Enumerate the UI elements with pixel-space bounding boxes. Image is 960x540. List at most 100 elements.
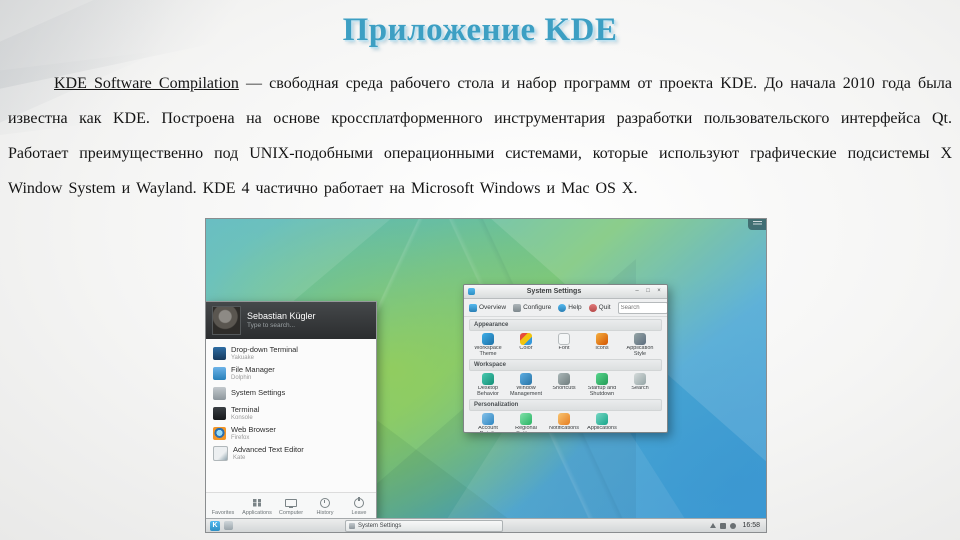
tab-label: Leave (351, 509, 367, 516)
settings-module-tile[interactable]: Account Details (469, 412, 507, 432)
settings-module-tile[interactable]: Color (507, 332, 545, 357)
quit-icon (588, 303, 597, 312)
taskbar: System Settings 16:58 (206, 518, 766, 532)
maximize-button[interactable]: □ (644, 288, 652, 295)
quit-label: Quit (598, 304, 611, 311)
terminal-icon (213, 406, 226, 420)
panel-icon[interactable] (224, 521, 233, 530)
minimize-button[interactable]: – (633, 288, 641, 295)
launcher-tab-leave[interactable]: Leave (342, 493, 376, 520)
regional-settings-icon (520, 413, 532, 425)
quit-button[interactable]: Quit (588, 303, 611, 312)
overview-label: Overview (479, 304, 507, 311)
settings-tiles-row: Desktop Behavior Window Management Short… (469, 372, 662, 397)
help-label: Help (568, 304, 582, 311)
window-management-icon (520, 373, 532, 385)
settings-module-tile[interactable]: Shortcuts (545, 372, 583, 397)
clock-icon (320, 497, 330, 508)
launcher-tab-bar: Favorites Applications Computer History … (206, 492, 376, 520)
task-window-label: System Settings (358, 522, 402, 529)
taskbar-clock[interactable]: 16:58 (742, 522, 760, 529)
launcher-tab-history[interactable]: History (308, 493, 342, 520)
launcher-tab-favorites[interactable]: Favorites (206, 493, 240, 520)
search-icon (634, 373, 646, 385)
workspace-theme-icon (482, 333, 494, 345)
settings-search-input[interactable] (617, 301, 667, 314)
font-icon (558, 333, 570, 345)
help-icon (558, 303, 567, 312)
launcher-item-sublabel: Yakuake (231, 354, 254, 361)
settings-module-tile[interactable]: Notifications (545, 412, 583, 432)
section-header-personalization: Personalization (469, 399, 662, 411)
settings-module-tile[interactable]: Window Management (507, 372, 545, 397)
application-launcher-menu: Sebastian Kügler Type to search... Drop-… (206, 301, 377, 521)
launcher-item-sublabel: Kate (233, 454, 246, 461)
settings-module-tile[interactable]: Workspace Theme (469, 332, 507, 357)
slide-body-paragraph: KDE Software Compilation — свободная сре… (8, 66, 952, 206)
file-manager-icon (213, 366, 226, 380)
web-browser-icon (213, 426, 226, 440)
configure-label: Configure (523, 304, 552, 311)
grid-icon (253, 498, 261, 508)
dropdown-terminal-icon (213, 346, 226, 360)
settings-module-tile[interactable]: Application Style (621, 332, 659, 357)
launcher-item-label: System Settings (231, 388, 286, 397)
settings-module-tile[interactable]: Search (621, 372, 659, 397)
user-info: Sebastian Kügler Type to search... (247, 310, 316, 330)
toolbox-lines-icon (753, 221, 762, 226)
settings-tiles-row: Account Details Regional Settings Notifi… (469, 412, 662, 432)
launcher-item-text-editor[interactable]: Advanced Text Editor Kate (206, 443, 376, 463)
launcher-search-hint[interactable]: Type to search... (247, 322, 316, 330)
kde-desktop-screenshot: Sebastian Kügler Type to search... Drop-… (205, 218, 767, 533)
presentation-slide: Приложение KDE KDE Software Compilation … (0, 0, 960, 540)
launcher-item-label: Advanced Text Editor (233, 445, 304, 454)
settings-module-tile[interactable]: Icons (583, 332, 621, 357)
settings-content: Appearance Workspace Theme Color Font Ic… (464, 317, 667, 432)
desktop-behavior-icon (482, 373, 494, 385)
body-lead-term: KDE Software Compilation (54, 75, 239, 92)
settings-toolbar: Overview Configure Help Quit (464, 299, 667, 317)
launcher-item-file-manager[interactable]: File Manager Dolphin (206, 363, 376, 383)
configure-button[interactable]: Configure (513, 303, 552, 312)
settings-module-tile[interactable]: Desktop Behavior (469, 372, 507, 397)
launcher-tab-applications[interactable]: Applications (240, 493, 274, 520)
launcher-item-web-browser[interactable]: Web Browser Firefox (206, 423, 376, 443)
tray-network-icon[interactable] (720, 522, 727, 529)
color-icon (520, 333, 532, 345)
close-button[interactable]: × (655, 288, 663, 295)
task-window-icon (349, 522, 355, 529)
launcher-item-dropdown-terminal[interactable]: Drop-down Terminal Yakuake (206, 343, 376, 363)
taskbar-window-button[interactable]: System Settings (345, 519, 503, 532)
account-details-icon (482, 413, 494, 425)
launcher-favorites-list: Drop-down Terminal Yakuake File Manager … (206, 339, 376, 463)
window-titlebar[interactable]: System Settings – □ × (464, 285, 667, 299)
slide-title: Приложение KDE (342, 12, 618, 48)
user-name: Sebastian Kügler (247, 310, 316, 321)
settings-module-tile[interactable]: Startup and Shutdown (583, 372, 621, 397)
tab-label: History (316, 509, 334, 516)
system-settings-icon (213, 386, 226, 400)
settings-module-tile[interactable]: Applications (583, 412, 621, 432)
section-header-workspace: Workspace (469, 359, 662, 371)
tab-label: Favorites (211, 509, 235, 516)
launcher-item-terminal[interactable]: Terminal Konsole (206, 403, 376, 423)
configure-icon (513, 303, 522, 312)
launcher-user-header: Sebastian Kügler Type to search... (206, 302, 376, 339)
applications-icon (596, 413, 608, 425)
launcher-item-label: Drop-down Terminal (231, 345, 298, 354)
user-avatar (212, 306, 241, 335)
tray-volume-icon[interactable] (730, 522, 737, 529)
desktop-toolbox-icon[interactable] (748, 219, 766, 230)
launcher-item-system-settings[interactable]: System Settings (206, 383, 376, 403)
application-style-icon (634, 333, 646, 345)
settings-module-tile[interactable]: Font (545, 332, 583, 357)
kickoff-launcher-button[interactable] (210, 520, 220, 531)
overview-button[interactable]: Overview (469, 303, 507, 312)
system-tray: 16:58 (710, 522, 762, 529)
launcher-tab-computer[interactable]: Computer (274, 493, 308, 520)
settings-module-tile[interactable]: Regional Settings (507, 412, 545, 432)
startup-shutdown-icon (596, 373, 608, 385)
window-title: System Settings (526, 288, 582, 295)
tray-expand-icon[interactable] (710, 523, 717, 528)
help-button[interactable]: Help (558, 303, 582, 312)
